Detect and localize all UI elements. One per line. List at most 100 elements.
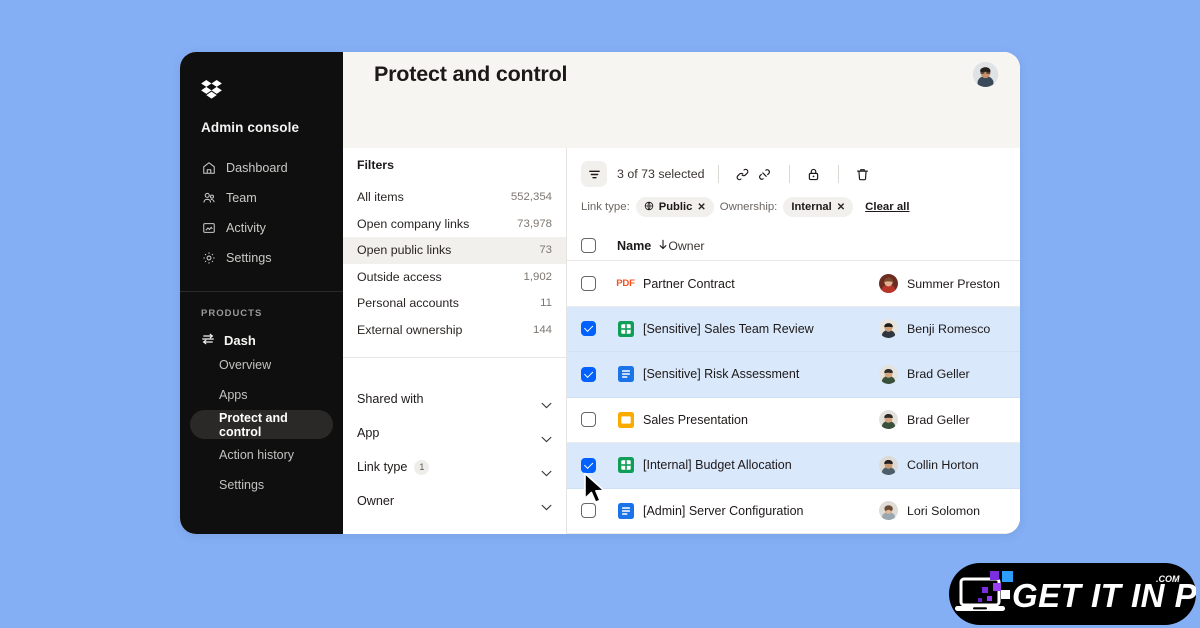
- products-section-label: PRODUCTS: [201, 308, 263, 319]
- file-name: [Internal] Budget Allocation: [643, 458, 792, 473]
- console-title: Admin console: [201, 120, 300, 135]
- accordion-link-type[interactable]: Link type 1: [343, 450, 566, 484]
- chip-label: Internal: [791, 201, 832, 213]
- row-owner-cell: Lori Solomon: [879, 501, 980, 521]
- table-row[interactable]: [Internal] Budget Allocation Collin Hort…: [567, 443, 1020, 489]
- chevron-down-icon: [541, 396, 552, 408]
- filter-external-ownership[interactable]: External ownership 144: [343, 317, 566, 344]
- chip-ownership-internal[interactable]: Internal ✕: [783, 197, 854, 217]
- sidebar-item-settings-product[interactable]: Settings: [180, 470, 343, 499]
- sidebar-item-overview[interactable]: Overview: [180, 350, 343, 379]
- clear-all-button[interactable]: Clear all: [865, 201, 909, 213]
- content-split: Filters All items 552,354 Open company l…: [343, 148, 1020, 534]
- dropbox-logo-icon[interactable]: [180, 72, 343, 106]
- page-title: Protect and control: [374, 62, 568, 86]
- owner-name: Brad Geller: [907, 367, 970, 382]
- sidebar-item-label: Activity: [226, 221, 266, 235]
- avatar: [879, 364, 898, 384]
- accordion-label: App: [357, 426, 380, 440]
- row-owner-cell: Benji Romesco: [879, 319, 991, 339]
- avatar: [879, 319, 898, 339]
- row-checkbox[interactable]: [581, 276, 596, 292]
- table-row[interactable]: [Sensitive] Risk Assessment Brad Geller: [567, 352, 1020, 398]
- filter-personal-accounts[interactable]: Personal accounts 11: [343, 290, 566, 317]
- accordion-label: Owner: [357, 494, 395, 508]
- sidebar-item-label: Dashboard: [226, 161, 288, 175]
- filter-outside-access[interactable]: Outside access 1,902: [343, 264, 566, 291]
- sidebar-item-apps[interactable]: Apps: [180, 380, 343, 409]
- filter-count: 73,978: [517, 217, 552, 230]
- row-owner-cell: Brad Geller: [879, 364, 970, 384]
- accordion-label: Link type: [357, 460, 408, 474]
- filters-panel: Filters All items 552,354 Open company l…: [343, 148, 567, 534]
- accordion-badge: 1: [414, 459, 430, 475]
- sidebar-item-action-history[interactable]: Action history: [180, 440, 343, 469]
- sidebar-item-team[interactable]: Team: [180, 183, 343, 213]
- accordion-shared-with[interactable]: Shared with: [343, 382, 566, 416]
- row-checkbox[interactable]: [581, 366, 596, 382]
- close-icon[interactable]: ✕: [837, 202, 845, 213]
- filter-accordions: Shared with App Link type 1 Owner: [343, 382, 566, 518]
- accordion-label: Shared with: [357, 392, 424, 406]
- globe-icon: [644, 201, 654, 214]
- owner-name: Benji Romesco: [907, 321, 991, 336]
- chip-link-type-public[interactable]: Public ✕: [635, 197, 714, 217]
- select-all-checkbox[interactable]: [581, 238, 596, 254]
- admin-console-window: Admin console Dashboard Team Activity Se…: [180, 52, 1020, 534]
- filters-title: Filters: [357, 158, 394, 172]
- close-icon[interactable]: ✕: [697, 202, 705, 213]
- row-checkbox-cell[interactable]: [581, 366, 617, 382]
- row-checkbox-cell[interactable]: [581, 321, 617, 337]
- filter-all-items[interactable]: All items 552,354: [343, 184, 566, 211]
- table-row[interactable]: PDF Partner Contract Summer Preston: [567, 261, 1020, 307]
- column-header-name[interactable]: Name: [617, 239, 668, 253]
- avatar[interactable]: [973, 62, 998, 87]
- file-name: [Admin] Server Configuration: [643, 503, 804, 518]
- select-all-checkbox-cell[interactable]: [581, 238, 617, 254]
- row-owner-cell: Collin Horton: [879, 455, 979, 475]
- filter-open-company-links[interactable]: Open company links 73,978: [343, 211, 566, 238]
- row-checkbox-cell[interactable]: [581, 276, 617, 292]
- table-row[interactable]: [Sensitive] Sales Team Review Benji Rome…: [567, 306, 1020, 353]
- row-checkbox-cell[interactable]: [581, 503, 617, 519]
- chevron-down-icon: [541, 498, 552, 510]
- table-row[interactable]: Sales Presentation Brad Geller: [567, 398, 1020, 444]
- lock-icon[interactable]: [803, 163, 825, 185]
- filter-open-public-links[interactable]: Open public links 73: [343, 237, 566, 264]
- filter-label: Personal accounts: [357, 296, 459, 311]
- row-checkbox[interactable]: [581, 503, 596, 519]
- table-row[interactable]: [Admin] Server Configuration Lori Solomo…: [567, 489, 1020, 534]
- row-checkbox[interactable]: [581, 412, 596, 428]
- row-checkbox-cell[interactable]: [581, 412, 617, 428]
- people-icon: [201, 191, 216, 206]
- activity-icon: [201, 221, 216, 236]
- accordion-owner[interactable]: Owner: [343, 484, 566, 518]
- presentation-file-icon: [617, 411, 634, 428]
- sidebar-item-dashboard[interactable]: Dashboard: [180, 153, 343, 183]
- row-checkbox-cell[interactable]: [581, 457, 617, 473]
- trash-icon[interactable]: [852, 163, 874, 185]
- file-name: Sales Presentation: [643, 412, 748, 427]
- chevron-down-icon: [541, 464, 552, 476]
- accordion-app[interactable]: App: [343, 416, 566, 450]
- owner-name: Collin Horton: [907, 458, 979, 473]
- toolbar-divider: [788, 165, 790, 183]
- filter-count: 73: [539, 244, 552, 257]
- sidebar-item-settings[interactable]: Settings: [180, 243, 343, 273]
- broken-link-icon[interactable]: [754, 163, 776, 185]
- row-name-cell: [Admin] Server Configuration: [617, 502, 879, 519]
- file-name: [Sensitive] Sales Team Review: [643, 321, 814, 336]
- row-checkbox[interactable]: [581, 457, 596, 473]
- row-checkbox[interactable]: [581, 321, 596, 337]
- sidebar-product-dash[interactable]: Dash: [180, 319, 343, 349]
- header-spacer: [343, 97, 1020, 148]
- column-header-owner[interactable]: Owner: [668, 239, 704, 253]
- sidebar-item-label: Settings: [226, 251, 272, 265]
- sidebar-item-activity[interactable]: Activity: [180, 213, 343, 243]
- screenshot-canvas: Admin console Dashboard Team Activity Se…: [0, 0, 1200, 628]
- filter-label: Open public links: [357, 243, 452, 258]
- link-icon[interactable]: [732, 163, 754, 185]
- sidebar-item-protect-and-control[interactable]: Protect and control: [190, 410, 333, 439]
- filter-icon[interactable]: [581, 161, 607, 187]
- toolbar-divider: [837, 165, 839, 183]
